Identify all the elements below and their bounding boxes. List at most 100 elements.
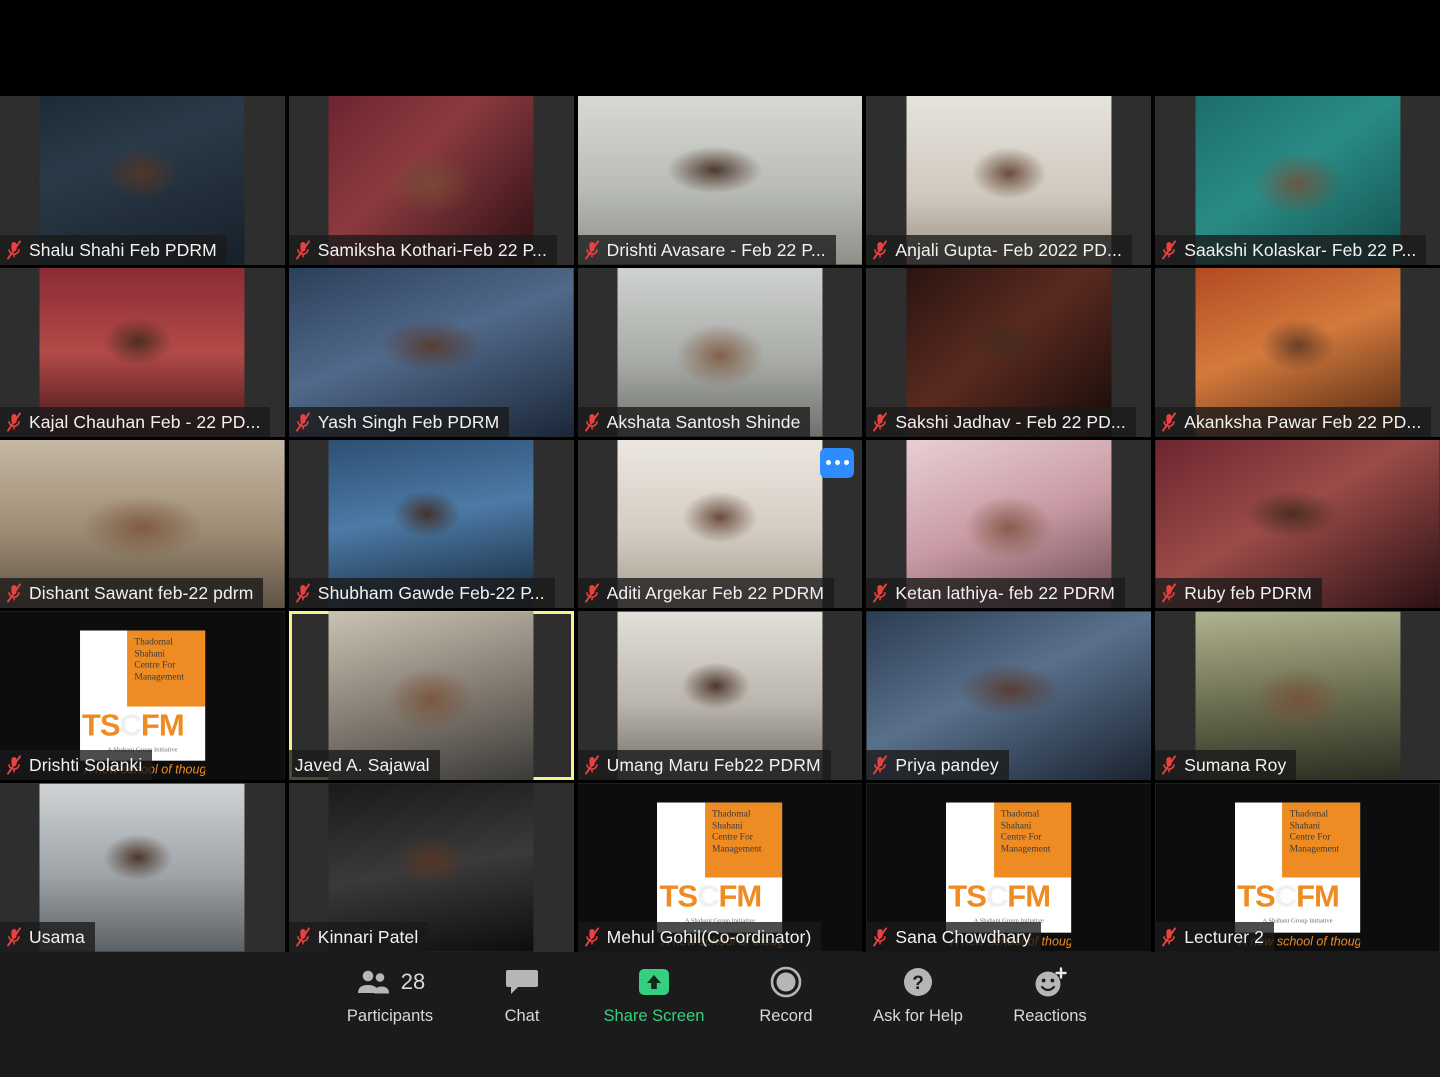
participant-tile[interactable]: Kinnari Patel — [288, 783, 574, 952]
participant-nameplate: Ketan lathiya- feb 22 PDRM — [866, 578, 1125, 609]
participant-tile[interactable]: Umang Maru Feb22 PDRM — [577, 611, 863, 781]
smiley-plus-icon — [1035, 967, 1067, 997]
logo-line-2: Shahani — [134, 649, 165, 660]
participant-tile[interactable]: Thadomal Shahani Centre For Management TSCFM… — [1155, 783, 1440, 952]
participant-tile[interactable]: Dishant Sawant feb-22 pdrm — [0, 439, 285, 609]
tscfm-logo-subtitle: Thadomal Shahani Centre For Management — [993, 802, 1072, 878]
participant-tile[interactable]: Aditi Argekar Feb 22 PDRM — [577, 439, 863, 609]
participant-tile[interactable]: Usama — [0, 783, 285, 952]
participant-tile[interactable]: Akshata Santosh Shinde — [577, 267, 863, 437]
record-label: Record — [759, 1007, 813, 1025]
participant-tile[interactable]: Drishti Avasare - Feb 22 P... — [577, 96, 863, 265]
participant-tile[interactable]: Thadomal Shahani Centre For Management TSCFM… — [0, 611, 285, 781]
dot — [834, 460, 840, 466]
participant-nameplate: Sakshi Jadhav - Feb 22 PD... — [866, 406, 1136, 437]
participant-tile[interactable]: Thadomal Shahani Centre For Management TSCFM… — [866, 783, 1152, 952]
participant-name: Ruby feb PDRM — [1184, 583, 1312, 604]
participant-nameplate: Mehul Gohil(Co-ordinator) — [577, 922, 822, 952]
logo-line-4: Management — [134, 672, 184, 683]
participant-tile[interactable]: Sakshi Jadhav - Feb 22 PD... — [866, 267, 1152, 437]
participant-name: Sumana Roy — [1184, 755, 1287, 776]
participant-nameplate: Kinnari Patel — [288, 922, 429, 952]
participant-nameplate: Priya pandey — [866, 750, 1009, 781]
logo-line-3: Centre For — [134, 660, 176, 671]
participant-nameplate: Sana Chowdhary — [866, 922, 1042, 952]
participant-name: Aditi Argekar Feb 22 PDRM — [606, 583, 825, 604]
participant-name: Kinnari Patel — [317, 927, 419, 947]
mic-muted-icon — [1161, 240, 1177, 260]
share-screen-label: Share Screen — [603, 1007, 705, 1025]
logo-line-4: Management — [1000, 844, 1051, 855]
participant-tile[interactable]: Ruby feb PDRM — [1155, 439, 1440, 609]
participant-tile[interactable]: Shubham Gawde Feb-22 P... — [288, 439, 574, 609]
chat-icon — [506, 970, 538, 994]
logo-line-1: Thadomal — [1000, 809, 1040, 820]
participant-tile[interactable]: Samiksha Kothari-Feb 22 P... — [288, 96, 574, 265]
participant-nameplate: Usama — [0, 922, 95, 952]
tscfm-wordmark: TSCFM — [79, 706, 205, 746]
mic-muted-icon — [1161, 412, 1177, 432]
participant-nameplate: Saakshi Kolaskar- Feb 22 P... — [1155, 234, 1427, 265]
participant-name: Ketan lathiya- feb 22 PDRM — [895, 583, 1115, 604]
ask-for-help-button[interactable]: ? Ask for Help — [852, 964, 984, 1026]
participant-nameplate: Drishti Solanki — [0, 750, 153, 781]
participant-gallery-grid: Shalu Shahi Feb PDRM Samiksha Kothari-Feb… — [0, 96, 1440, 952]
participant-nameplate: Shalu Shahi Feb PDRM — [0, 234, 227, 265]
participant-name: Anjali Gupta- Feb 2022 PD... — [895, 239, 1122, 260]
participants-icon-group: 28 — [355, 964, 425, 1000]
participant-name: Drishti Avasare - Feb 22 P... — [606, 239, 826, 260]
participant-tile[interactable]: Sumana Roy — [1155, 611, 1440, 781]
tscfm-logo-subtitle: Thadomal Shahani Centre For Management — [704, 802, 783, 878]
participant-name: Shubham Gawde Feb-22 P... — [317, 583, 545, 604]
dot — [825, 460, 831, 466]
participant-tile[interactable]: Thadomal Shahani Centre For Management TSCFM… — [577, 783, 863, 952]
participant-name: Saakshi Kolaskar- Feb 22 P... — [1184, 239, 1417, 260]
logo-line-2: Shahani — [711, 821, 743, 832]
tscfm-wordmark: TSCFM — [1235, 877, 1361, 917]
tscfm-logo-subtitle: Thadomal Shahani Centre For Management — [127, 630, 205, 707]
participant-nameplate: Kajal Chauhan Feb - 22 PD... — [0, 406, 271, 437]
mic-muted-icon — [584, 583, 600, 603]
record-button[interactable]: Record — [720, 964, 852, 1026]
participant-nameplate: Dishant Sawant feb-22 pdrm — [0, 578, 264, 609]
participant-tile[interactable]: Shalu Shahi Feb PDRM — [0, 96, 285, 265]
share-screen-button[interactable]: Share Screen — [588, 964, 720, 1026]
logo-line-2: Shahani — [1289, 821, 1321, 832]
mic-muted-icon — [6, 927, 22, 947]
tscfm-logo-avatar: Thadomal Shahani Centre For Management TSCFM… — [1235, 802, 1361, 949]
mic-muted-icon — [872, 240, 888, 260]
mic-muted-icon — [6, 583, 22, 603]
participant-nameplate: Akshata Santosh Shinde — [577, 406, 811, 437]
reactions-button[interactable]: Reactions — [984, 964, 1116, 1026]
participant-name: Javed A. Sajawal — [294, 755, 430, 776]
participant-nameplate: Yash Singh Feb PDRM — [288, 406, 510, 437]
participant-name: Usama — [29, 927, 85, 947]
record-icon — [770, 966, 802, 998]
participant-tile[interactable]: Javed A. Sajawal — [288, 611, 574, 781]
participant-tile[interactable]: Priya pandey — [866, 611, 1152, 781]
mic-muted-icon — [6, 240, 22, 260]
participant-nameplate: Aditi Argekar Feb 22 PDRM — [577, 578, 835, 609]
participant-name: Drishti Solanki — [29, 755, 143, 776]
participant-tile[interactable]: Anjali Gupta- Feb 2022 PD... — [866, 96, 1152, 265]
logo-line-3: Centre For — [1289, 832, 1331, 843]
participant-nameplate: Ruby feb PDRM — [1155, 578, 1322, 609]
mic-muted-icon — [872, 583, 888, 603]
reactions-label: Reactions — [1013, 1007, 1087, 1025]
participant-tile[interactable]: Yash Singh Feb PDRM — [288, 267, 574, 437]
participant-nameplate: Anjali Gupta- Feb 2022 PD... — [866, 234, 1132, 265]
participant-nameplate: Javed A. Sajawal — [288, 750, 440, 781]
more-options-button[interactable] — [820, 447, 855, 478]
participant-nameplate: Sumana Roy — [1155, 750, 1297, 781]
participants-button[interactable]: 28 Participants — [324, 964, 456, 1026]
participant-tile[interactable]: Saakshi Kolaskar- Feb 22 P... — [1155, 96, 1440, 265]
top-black-band — [0, 0, 1440, 96]
participant-tile[interactable]: Ketan lathiya- feb 22 PDRM — [866, 439, 1152, 609]
participant-nameplate: Drishti Avasare - Feb 22 P... — [577, 234, 836, 265]
participant-name: Mehul Gohil(Co-ordinator) — [606, 927, 812, 947]
mic-muted-icon — [6, 755, 22, 775]
participant-tile[interactable]: Kajal Chauhan Feb - 22 PD... — [0, 267, 285, 437]
mic-muted-icon — [1161, 583, 1177, 603]
participant-tile[interactable]: Akanksha Pawar Feb 22 PD... — [1155, 267, 1440, 437]
chat-button[interactable]: Chat — [456, 964, 588, 1026]
